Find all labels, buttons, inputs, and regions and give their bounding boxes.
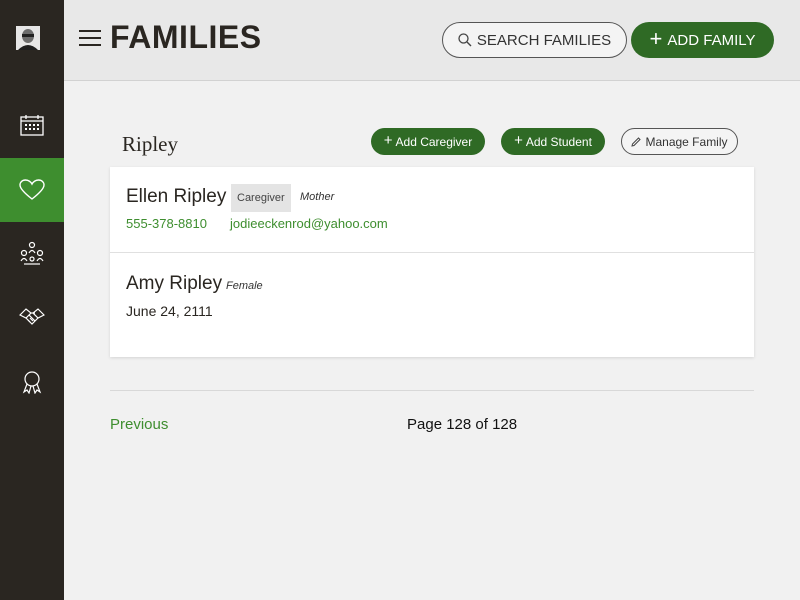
pencil-icon [631, 136, 642, 147]
sidebar-item-families[interactable] [0, 158, 64, 222]
search-families-label: SEARCH FAMILIES [476, 31, 612, 49]
sidebar [0, 0, 64, 600]
phone-link[interactable]: 555-378-8810 [126, 216, 207, 231]
plus-icon: + [649, 25, 663, 51]
birthdate: June 24, 2111 [126, 303, 213, 319]
manage-family-button[interactable]: Manage Family [621, 128, 738, 155]
hamburger-menu-icon[interactable] [79, 30, 101, 46]
avatar[interactable] [16, 26, 40, 50]
heart-icon [19, 179, 45, 200]
add-caregiver-label: Add Caregiver [395, 134, 473, 149]
search-families-button[interactable]: SEARCH FAMILIES [442, 22, 627, 58]
sidebar-item-achievements[interactable] [0, 350, 64, 414]
member-name: Amy Ripley [126, 273, 223, 294]
add-student-label: Add Student [525, 134, 592, 149]
page-title: FAMILIES [110, 19, 262, 55]
add-family-button[interactable]: + ADD FAMILY [631, 22, 774, 58]
plus-icon: + [383, 132, 393, 149]
family-members-card: Ellen Ripley Caregiver Mother 555-378-88… [110, 167, 754, 357]
role-badge: Caregiver [231, 184, 291, 212]
handshake-icon [19, 308, 45, 325]
sidebar-item-partners[interactable] [0, 286, 64, 350]
add-student-button[interactable]: + Add Student [501, 128, 605, 155]
manage-family-label: Manage Family [645, 134, 728, 149]
people-icon [20, 241, 44, 265]
add-caregiver-button[interactable]: + Add Caregiver [371, 128, 485, 155]
divider [110, 390, 754, 391]
sidebar-item-calendar[interactable] [0, 93, 64, 157]
gender-label: Female [226, 280, 263, 292]
plus-icon: + [514, 132, 523, 149]
header: FAMILIES SEARCH FAMILIES + ADD FAMILY [64, 0, 800, 81]
add-family-label: ADD FAMILY [667, 31, 756, 49]
previous-page-link[interactable]: Previous [110, 416, 168, 433]
email-link[interactable]: jodieeckenrod@yahoo.com [230, 216, 388, 231]
award-ribbon-icon [22, 371, 42, 394]
sidebar-item-groups[interactable] [0, 222, 64, 286]
calendar-icon [20, 115, 44, 136]
member-row[interactable]: Ellen Ripley Caregiver Mother 555-378-88… [110, 167, 754, 253]
family-name: Ripley [122, 132, 178, 156]
page-indicator: Page 128 of 128 [407, 416, 518, 433]
relation-label: Mother [300, 191, 335, 203]
member-row[interactable]: Amy Ripley Female June 24, 2111 [110, 253, 754, 357]
search-icon [458, 33, 472, 47]
member-name: Ellen Ripley [126, 186, 227, 207]
